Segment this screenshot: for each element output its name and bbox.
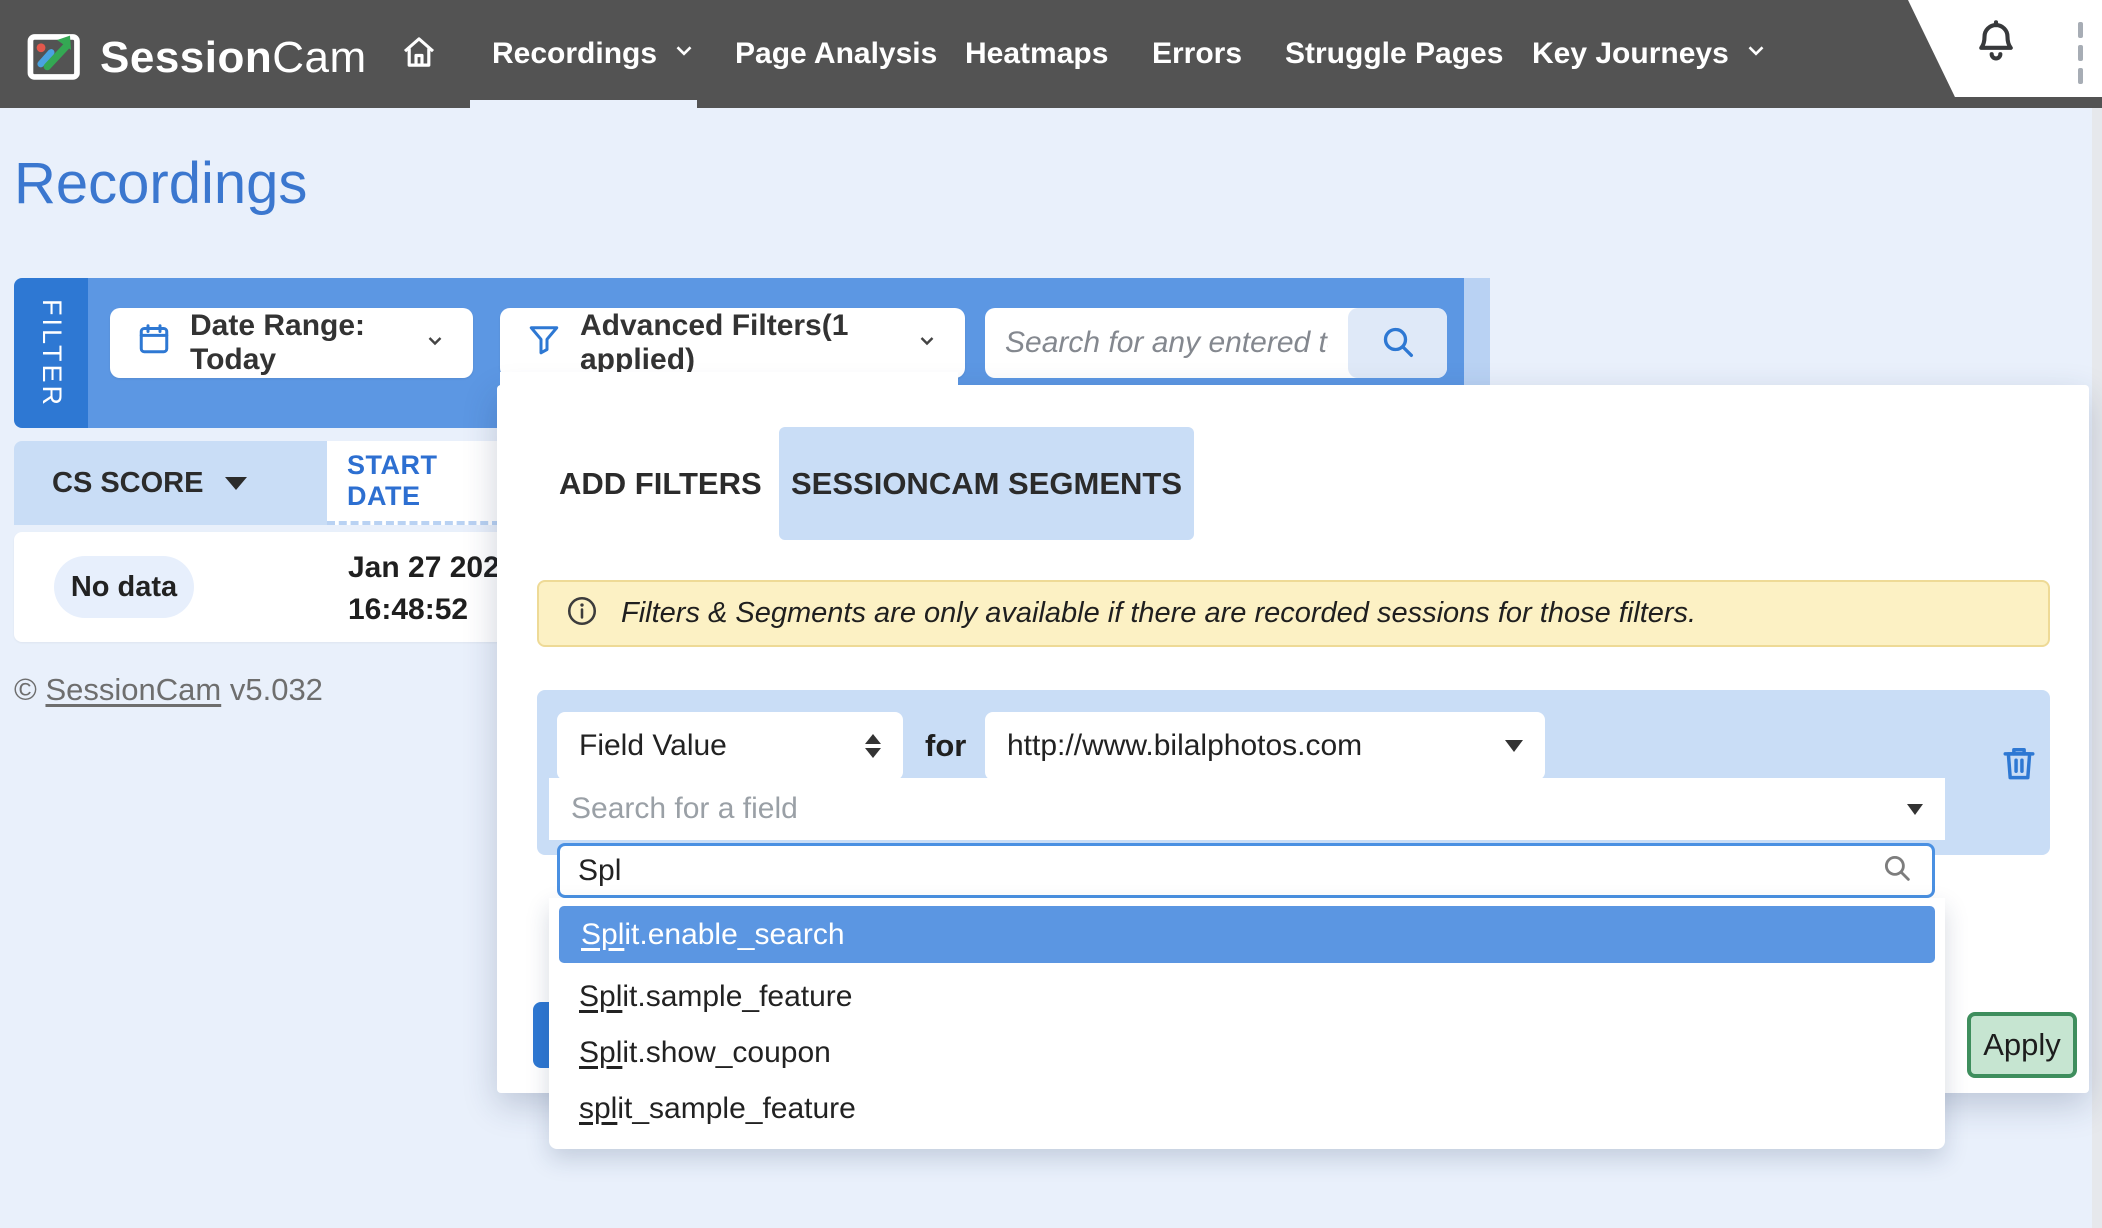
nav-item-page-analysis[interactable]: Page Analysis [735,0,937,108]
filter-side-tab[interactable]: FILTER [14,278,88,428]
nav-item-struggle-pages[interactable]: Struggle Pages [1285,0,1503,108]
nav-item-errors[interactable]: Errors [1152,0,1242,108]
chevron-down-icon [1743,37,1769,71]
notifications-button[interactable] [1970,16,2022,73]
navbar-corner-panel [1908,0,2102,97]
session-search-input[interactable] [985,308,1348,378]
search-icon [1378,322,1418,365]
tab-add-filters[interactable]: ADD FILTERS [559,427,762,540]
page-scrollbar[interactable] [2092,108,2102,1228]
field-result-option[interactable]: split_sample_feature [549,1081,1945,1137]
nav-item-recordings[interactable]: Recordings [492,0,697,108]
column-header-cs-score[interactable]: CS SCORE [14,441,327,525]
nav-item-heatmaps[interactable]: Heatmaps [965,0,1108,108]
bell-icon [1970,55,2022,72]
home-icon [398,31,440,78]
home-nav-button[interactable] [398,0,440,108]
chevron-down-icon [915,326,939,360]
field-type-select[interactable]: Field Value [557,712,903,780]
sort-caret-down-icon [225,477,247,490]
search-icon [1880,851,1914,890]
active-tab-indicator [470,100,697,108]
field-result-option[interactable]: Split.enable_search [559,906,1935,963]
field-select-placeholder[interactable] [571,792,1907,826]
search-button[interactable] [1348,308,1447,378]
dropdown-arrow-icon [1907,804,1923,815]
delete-filter-button[interactable] [1995,740,2043,788]
info-icon [565,594,599,633]
for-label: for [925,712,966,780]
advanced-filters-panel: ADD FILTERS SESSIONCAM SEGMENTS Filters … [497,385,2089,1093]
sessioncam-logo-icon [24,24,86,91]
funnel-icon [526,321,562,365]
dropdown-connector [500,372,958,388]
tab-sessioncam-segments[interactable]: SESSIONCAM SEGMENTS [779,427,1194,540]
info-banner: Filters & Segments are only available if… [537,580,2050,647]
dropdown-arrow-icon [1505,740,1523,752]
field-results-list: Split.enable_search Split.sample_feature… [549,898,1945,1149]
top-navbar: SessionCam Recordings Page Analysis Heat… [0,0,2102,108]
field-search-box [557,843,1935,898]
chevron-down-icon [671,37,697,71]
page-title: Recordings [14,150,307,217]
brand-name: SessionCam [100,33,367,83]
field-select-bar[interactable] [549,778,1945,840]
advanced-filters-button[interactable]: Advanced Filters(1 applied) [500,308,965,378]
field-result-option[interactable]: Split.sample_feature [549,969,1945,1025]
field-search-input[interactable] [578,854,1880,888]
table-row[interactable]: No data Jan 27 2020, 16:48:52 [14,532,500,642]
brand[interactable]: SessionCam [24,24,367,91]
date-range-button[interactable]: Date Range: Today [110,308,473,378]
footer-sessioncam-link[interactable]: SessionCam [45,672,221,707]
trash-icon [1997,741,2041,788]
session-search [985,308,1447,378]
site-select[interactable]: http://www.bilalphotos.com [985,712,1545,780]
chevron-down-icon [423,326,447,360]
more-options-icon[interactable] [2078,22,2083,84]
table-header: CS SCORE START DATE [14,441,500,525]
cs-score-badge: No data [54,556,194,618]
info-banner-text: Filters & Segments are only available if… [621,597,1696,630]
column-header-start-date[interactable]: START DATE [327,441,500,525]
app-window: SessionCam Recordings Page Analysis Heat… [0,0,2102,1228]
nav-item-key-journeys[interactable]: Key Journeys [1532,0,1769,108]
apply-button[interactable]: Apply [1967,1012,2077,1078]
field-result-option[interactable]: Split.show_coupon [549,1025,1945,1081]
footer-copyright: © SessionCam v5.032 [14,672,323,708]
select-spinner-icon [865,734,881,758]
calendar-icon [136,321,172,365]
